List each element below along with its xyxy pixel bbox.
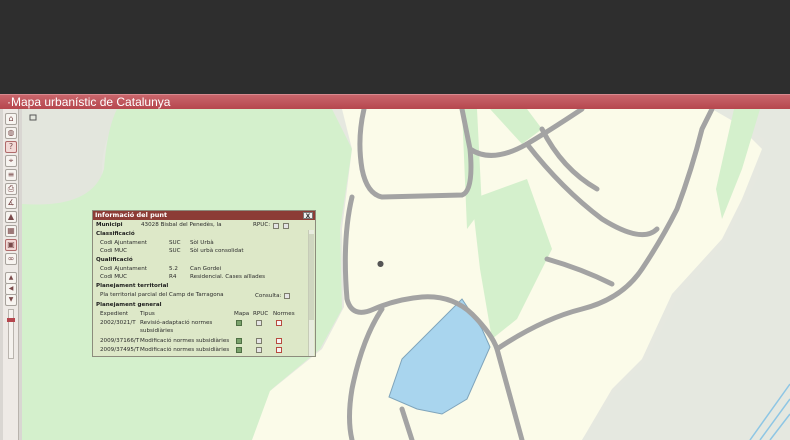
qual-row-desc: Can Gordei (190, 266, 222, 272)
mapa-link-icon[interactable] (236, 347, 242, 353)
popup-body: Municipi 43028 Bisbal del Penedès, la RP… (93, 220, 315, 356)
popup-close-button[interactable]: X (303, 212, 313, 220)
zoom-slider-knob[interactable] (7, 318, 15, 322)
rpuc-link-icon[interactable] (256, 347, 262, 353)
col-rpuc: RPUC (253, 311, 269, 317)
consulta-icon[interactable] (284, 293, 290, 299)
plan-tipus: Modificació normes subsidiàries (140, 347, 230, 353)
territorial-plan: Pla territorial parcial del Camp de Tarr… (100, 292, 224, 298)
zoom-slider[interactable] (7, 309, 15, 359)
qual-row-code: R4 (169, 274, 177, 280)
window-titlebar: ·Mapa urbanístic de Catalunya (0, 94, 790, 109)
municipi-value: 43028 Bisbal del Penedès, la (141, 222, 222, 228)
rpuc-label: RPUC: (253, 222, 271, 228)
home-tool-icon[interactable]: ⌂ (5, 113, 17, 125)
svg-text:●: ● (377, 259, 384, 268)
col-expedient: Expedient (100, 311, 129, 317)
popup-header: Informació del punt X (93, 211, 315, 220)
info-tool-icon[interactable]: ? (5, 141, 17, 153)
class-row-code: SUC (169, 240, 181, 246)
qual-row-desc: Residencial. Cases aïllades (190, 274, 266, 280)
class-row-code: SUC (169, 248, 181, 254)
qual-row-label: Codi MUC (100, 274, 128, 280)
popup-scrollbar-thumb[interactable] (309, 234, 314, 320)
link-tool-icon[interactable]: ∞ (5, 253, 17, 265)
print-tool-icon[interactable]: ⎙ (5, 183, 17, 195)
plan-tipus-cont: subsidiàries (140, 328, 174, 334)
plan-tipus: Modificació normes subsidiàries (140, 338, 230, 344)
grid-tool-icon[interactable]: ▦ (5, 225, 17, 237)
left-toolbar: ⌂ ◍ ? ⌖ ≡ ⎙ ∡ ▲ ▦ ▣ ∞ ▲ ◀ ▼ (3, 109, 19, 440)
plan-tipus: Revisió-adaptació normes (140, 320, 213, 326)
globe-tool-icon[interactable]: ◍ (5, 127, 17, 139)
normes-pdf-icon[interactable] (276, 338, 282, 344)
app-title: ·Mapa urbanístic de Catalunya (7, 95, 171, 109)
normes-pdf-icon[interactable] (276, 347, 282, 353)
rpuc-doc-icon[interactable] (273, 223, 279, 229)
col-tipus: Tipus (140, 311, 155, 317)
select-tool-icon[interactable]: ▣ (5, 239, 17, 251)
chart-tool-icon[interactable]: ∡ (5, 197, 17, 209)
rpuc-print-icon[interactable] (283, 223, 289, 229)
measure-tool-icon[interactable]: ⌖ (5, 155, 17, 167)
popup-scrollbar[interactable] (308, 230, 314, 356)
plan-expedient: 2009/37166/T (100, 338, 140, 344)
general-heading: Planejament general (96, 302, 162, 308)
territorial-heading: Planejament territorial (96, 283, 169, 289)
consulta-label: Consulta: (255, 293, 282, 299)
pan-down-icon[interactable]: ▼ (5, 294, 17, 306)
mapa-link-icon[interactable] (236, 338, 242, 344)
classificacio-heading: Classificació (96, 231, 135, 237)
class-row-desc: Sòl urbà consolidat (190, 248, 244, 254)
class-row-label: Codi MUC (100, 248, 128, 254)
class-row-label: Codi Ajuntament (100, 240, 147, 246)
plan-expedient: 2002/3021/T (100, 320, 136, 326)
popup-title: Informació del punt (95, 211, 168, 219)
rpuc-link-icon[interactable] (256, 338, 262, 344)
normes-pdf-icon[interactable] (276, 320, 282, 326)
qualificacio-heading: Qualificació (96, 257, 133, 263)
qual-row-label: Codi Ajuntament (100, 266, 147, 272)
rpuc-link-icon[interactable] (256, 320, 262, 326)
layers-tool-icon[interactable]: ≡ (5, 169, 17, 181)
area-tool-icon[interactable]: ▲ (5, 211, 17, 223)
point-info-popup: Informació del punt X Municipi 43028 Bis… (92, 210, 316, 357)
plan-expedient: 2009/37495/T (100, 347, 140, 353)
top-dark-bar (0, 0, 790, 94)
mapa-link-icon[interactable] (236, 320, 242, 326)
col-normes: Normes (273, 311, 295, 317)
municipi-label: Municipi (96, 222, 123, 228)
qual-row-code: 5.2 (169, 266, 178, 272)
class-row-desc: Sòl Urbà (190, 240, 214, 246)
col-mapa: Mapa (234, 311, 250, 317)
